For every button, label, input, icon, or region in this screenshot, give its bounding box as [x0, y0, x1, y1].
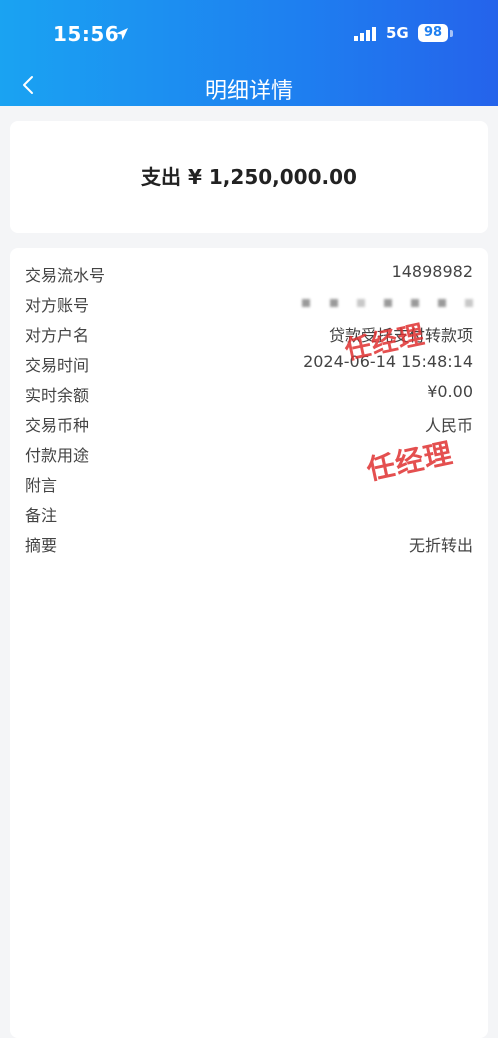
detail-label: 附言: [25, 476, 58, 495]
page-title: 明细详情: [204, 79, 293, 104]
app-header: 15:56 5G 98 明细详情: [0, 0, 498, 106]
detail-label: 付款用途: [25, 446, 90, 465]
location-arrow-icon: [116, 28, 128, 40]
masked-account-value: [288, 292, 473, 311]
amount-card: 支出 ¥ 1,250,000.00: [10, 121, 488, 233]
status-time: 15:56: [53, 22, 120, 46]
detail-label: 对方账号: [25, 296, 90, 315]
detail-card: 交易流水号 14898982 对方账号 对方户名 贷款受托支付转款项 交易时间 …: [10, 248, 488, 1038]
detail-value: 14898982: [391, 262, 473, 281]
signal-icon: [354, 27, 376, 41]
battery-tip: [450, 30, 453, 37]
detail-label: 交易币种: [25, 416, 90, 435]
detail-label: 摘要: [25, 536, 58, 555]
masked-digit: [356, 298, 365, 307]
detail-label: 交易流水号: [25, 266, 106, 285]
detail-row-remark: 备注: [25, 502, 473, 532]
battery-icon: 98: [418, 24, 448, 42]
detail-row-currency: 交易币种 人民币: [25, 412, 473, 442]
transaction-amount: 支出 ¥ 1,250,000.00: [141, 165, 357, 189]
detail-label: 对方户名: [25, 326, 90, 345]
detail-row-time: 交易时间 2024-06-14 15:48:14: [25, 352, 473, 382]
network-type: 5G: [386, 24, 409, 42]
detail-value: 人民币: [424, 416, 473, 435]
masked-digit: [383, 298, 392, 307]
detail-row-summary: 摘要 无折转出: [25, 532, 473, 562]
status-bar: 15:56 5G 98: [0, 0, 498, 60]
masked-digit: [437, 298, 446, 307]
detail-value: 无折转出: [408, 536, 473, 555]
detail-value: ¥0.00: [427, 382, 473, 401]
detail-label: 交易时间: [25, 356, 90, 375]
masked-digit: [329, 298, 338, 307]
detail-label: 备注: [25, 506, 58, 525]
detail-row-serial: 交易流水号 14898982: [25, 262, 473, 292]
detail-row-balance: 实时余额 ¥0.00: [25, 382, 473, 412]
masked-digit: [302, 298, 311, 307]
masked-digit: [465, 298, 473, 307]
detail-label: 实时余额: [25, 386, 90, 405]
masked-digit: [410, 298, 419, 307]
